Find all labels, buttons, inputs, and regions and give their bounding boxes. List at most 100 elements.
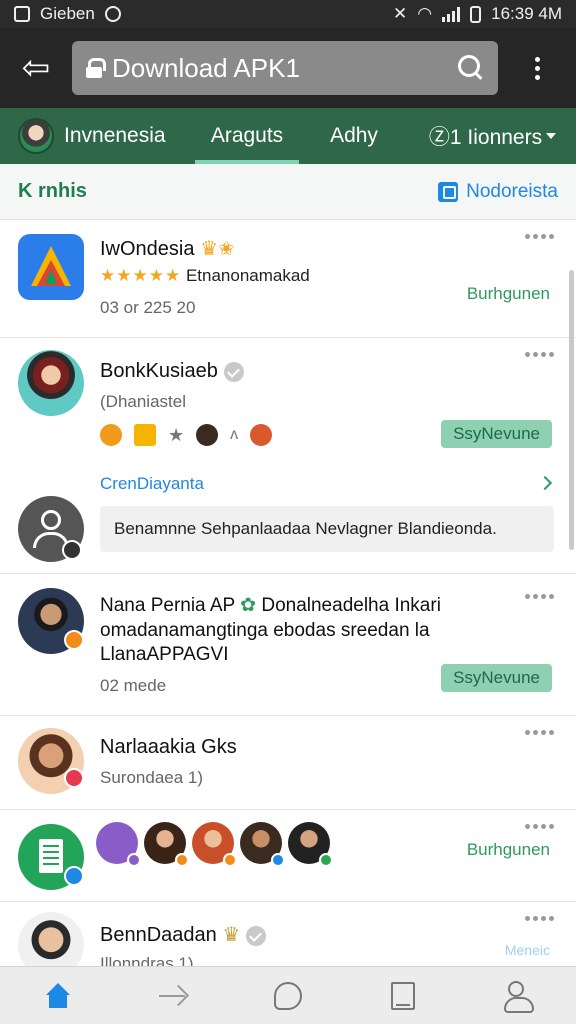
tab-label: Ⓩ1 Iionners <box>428 126 543 149</box>
status-badge <box>62 540 82 560</box>
nav-book-button[interactable] <box>373 967 433 1024</box>
menu-dot <box>534 65 540 71</box>
verified-icon <box>223 361 244 382</box>
status-badge <box>64 768 84 788</box>
item-meta: 02 mede <box>100 676 167 695</box>
list-item[interactable]: BonkKusiaeb (Dhaniastel ★ ʌ SsyNevune Cr… <box>0 338 576 574</box>
avatar <box>288 822 333 867</box>
tab-label: Araguts <box>210 124 284 147</box>
avatar <box>240 822 285 867</box>
back-arrow-icon: ⇦ <box>21 49 51 87</box>
status-badge <box>64 630 84 650</box>
avatar <box>18 912 84 966</box>
item-title: BennDaadan ♛ <box>100 922 267 947</box>
back-button[interactable]: ⇦ <box>0 28 72 108</box>
battery-icon <box>470 5 482 23</box>
chevron-down-icon <box>546 133 557 139</box>
nav-chat-button[interactable] <box>258 967 318 1024</box>
home-icon <box>44 982 72 1009</box>
section-action[interactable]: Nodoreista <box>438 181 558 203</box>
status-badge[interactable]: SsyNevune <box>441 420 552 448</box>
list-item[interactable]: Burhgunen <box>0 810 576 902</box>
nav-profile-button[interactable] <box>488 967 548 1024</box>
comment-box[interactable]: Benamnne Sehpanlaadaa Nevlagner Blandieo… <box>100 506 554 552</box>
item-title: Narlaaakia Gks <box>100 736 237 758</box>
item-meta: 03 or 225 20 <box>100 298 196 317</box>
list-item[interactable]: Nana Pernia AP ✿ Donalneadelha Inkari om… <box>0 574 576 716</box>
item-action[interactable]: Meneic <box>505 942 550 958</box>
list-item[interactable]: Narlaaakia Gks Surondaea 1) <box>0 716 576 810</box>
gear-icon: ✿ <box>240 595 257 616</box>
follow-button[interactable]: Burhgunen <box>467 284 550 304</box>
nav-home-button[interactable] <box>28 967 88 1024</box>
chevron-right-icon[interactable] <box>537 475 553 491</box>
tab-araguts[interactable]: Araguts <box>195 108 299 164</box>
item-body: LlanaAPPAGVI <box>100 644 229 665</box>
tab-label: Adhy <box>330 124 378 147</box>
avatar <box>18 588 84 654</box>
wifi-icon: ◠ <box>417 4 433 23</box>
menu-dot <box>534 56 540 62</box>
reaction-icon: ʌ <box>230 426 239 443</box>
nav-forward-button[interactable] <box>143 967 203 1024</box>
item-title: IwOndesia ♛✬ <box>100 236 235 261</box>
item-text: Nana Pernia AP <box>100 595 235 616</box>
tab-bar: Invnenesia Araguts Adhy Ⓩ1 Iionners <box>0 108 576 164</box>
profile-icon <box>504 980 535 1013</box>
verified-icon <box>246 925 267 946</box>
more-icon[interactable] <box>525 824 554 829</box>
open-icon <box>438 181 459 202</box>
tab-indonesia[interactable]: Invnenesia <box>0 108 195 164</box>
reaction-icon <box>134 424 156 446</box>
forward-icon <box>158 986 187 1006</box>
bottom-navigation <box>0 966 576 1024</box>
avatar-group <box>96 822 333 867</box>
chat-icon <box>273 981 302 1010</box>
search-icon[interactable] <box>458 55 484 81</box>
avatar <box>144 822 189 867</box>
tab-adhy[interactable]: Adhy <box>299 108 409 164</box>
signal-icon <box>442 6 461 22</box>
reaction-icon <box>100 424 122 446</box>
section-header: K rnhis Nodoreista <box>0 164 576 220</box>
lock-icon <box>86 58 106 78</box>
reaction-icon <box>196 424 219 446</box>
status-badge[interactable]: SsyNevune <box>441 664 552 692</box>
url-text: Download APK1 <box>112 52 300 83</box>
star-icon: ★ <box>168 424 185 445</box>
item-title: Nana Pernia AP ✿ Donalneadelha Inkari <box>100 594 441 617</box>
tab-label: Invnenesia <box>64 124 166 147</box>
tab-iionners[interactable]: Ⓩ1 Iionners <box>409 108 576 164</box>
more-icon[interactable] <box>525 234 554 239</box>
section-title: K rnhis <box>18 180 87 202</box>
app-logo-icon <box>18 234 84 300</box>
feed-list: IwOndesia ♛✬ ★★★★★ Etnanonamakad 03 or 2… <box>0 220 576 966</box>
more-icon[interactable] <box>525 352 554 357</box>
item-body: omadanamangtinga ebodas sreedan la <box>100 620 430 641</box>
status-badge <box>64 866 84 886</box>
status-bar: Gieben ✕ ◠ 16:39 4M <box>0 0 576 28</box>
url-field[interactable]: Download APK1 <box>72 41 498 95</box>
list-item[interactable]: BennDaadan ♛ Illonndras 1) Meneic <box>0 902 576 966</box>
avatar <box>96 822 141 867</box>
sparkle-icon: ♛✬ <box>200 238 235 260</box>
menu-dot <box>534 74 540 80</box>
item-rating: ★★★★★ Etnanonamakad <box>100 266 310 286</box>
item-title-text: IwOndesia <box>100 238 195 260</box>
avatar <box>18 496 84 562</box>
more-icon[interactable] <box>525 730 554 735</box>
reaction-icon <box>250 424 273 446</box>
item-subtitle: Illonndras 1) <box>100 954 194 966</box>
star-rating-icon: ★★★★★ <box>100 266 182 285</box>
scrollbar[interactable] <box>569 270 574 550</box>
item-text: Donalneadelha Inkari <box>261 595 441 616</box>
more-icon[interactable] <box>525 594 554 599</box>
avatar <box>18 118 54 154</box>
overflow-menu-button[interactable] <box>498 28 576 108</box>
link[interactable]: CrenDiayanta <box>100 474 204 494</box>
document-icon <box>18 824 84 890</box>
address-bar: ⇦ Download APK1 <box>0 28 576 108</box>
follow-button[interactable]: Burhgunen <box>467 840 550 860</box>
list-item[interactable]: IwOndesia ♛✬ ★★★★★ Etnanonamakad 03 or 2… <box>0 220 576 338</box>
more-icon[interactable] <box>525 916 554 921</box>
